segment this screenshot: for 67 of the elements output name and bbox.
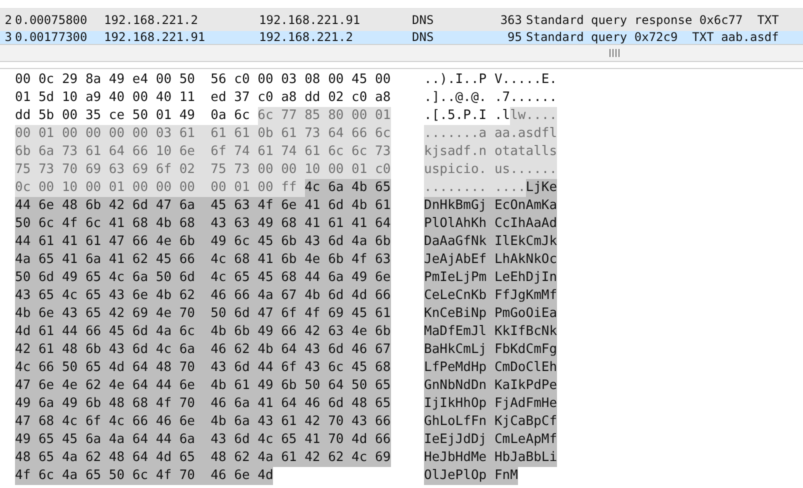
table-cell-text: DNS bbox=[412, 13, 435, 27]
ascii-text: kjsadf.n otatalls bbox=[424, 143, 558, 161]
hex-bytes: 50 6c 4f 6c 41 68 4b 68 43 63 49 68 41 61 41 64 bbox=[15, 215, 391, 233]
table-cell-text: Standard query 0x72c9 TXT aab.asdf bbox=[525, 31, 779, 44]
ascii-text: GnNbNdDn KaIkPdPe bbox=[424, 377, 558, 395]
ascii-text: .[.5.P.I .l bbox=[424, 107, 510, 125]
table-cell-text: Standard query response 0x6c77 TXT bbox=[525, 13, 779, 27]
table-cell-text: 192.168.221.91 bbox=[103, 31, 206, 44]
ascii-text: LjKe bbox=[526, 179, 558, 197]
hex-bytes: 4c 66 50 65 4d 64 48 70 43 6d 44 6f 43 6c 45 68 bbox=[15, 359, 391, 377]
hex-bytes: 49 6a 49 6b 48 68 4f 70 46 6a 41 64 46 6d 48 65 bbox=[15, 395, 391, 413]
table-cell-text: 2 bbox=[4, 13, 12, 27]
hex-bytes: 42 61 48 6b 43 6d 4c 6a 46 62 4b 64 43 6d 46 67 bbox=[15, 341, 391, 359]
packet-row[interactable]: 2 0.00075800 192.168.221.2 192.168.221.91 DNS 363 Standard query response 0x6c77 TXT bbox=[0, 9, 803, 31]
ascii-text: JeAjAbEf LhAkNkOc bbox=[424, 251, 558, 269]
hex-bytes: 47 6e 4e 62 4e 64 44 6e 4b 61 49 6b 50 64 50 65 bbox=[15, 377, 391, 395]
hex-bytes: 6b 6a 73 61 64 66 10 6e 6f 74 61 74 61 6c 6c 73 bbox=[15, 143, 391, 161]
hex-bytes: 4a 65 41 6a 41 62 45 66 4c 68 41 6b 4e 6b 4f 63 bbox=[15, 251, 391, 269]
table-cell-text: 192.168.221.91 bbox=[259, 13, 362, 27]
ascii-text: uspicio. us...... bbox=[424, 161, 558, 179]
hex-bytes: 4f 6c 4a 65 50 6c 4f 70 46 6e 4d bbox=[15, 467, 274, 485]
hex-bytes: 4c 6a 4b 65 bbox=[304, 179, 391, 197]
hex-bytes: 48 65 4a 62 48 64 4d 65 48 62 4a 61 42 62 4c 69 bbox=[15, 449, 391, 467]
hex-bytes: 4d 61 44 66 45 6d 4a 6c 4b 6b 49 66 42 63 4e 6b bbox=[15, 323, 391, 341]
hex-bytes: 50 6d 49 65 4c 6a 50 6d 4c 65 45 68 44 6a 49 6e bbox=[15, 269, 391, 287]
hex-bytes: 44 6e 48 6b 42 6d 47 6a 45 63 4f 6e 41 6d 4b 61 bbox=[15, 197, 391, 215]
table-cell-text: 95 bbox=[506, 31, 522, 44]
ascii-text: DnHkBmGj EcOnAmKa bbox=[424, 197, 558, 215]
ascii-text: HeJbHdMe HbJaBbLi bbox=[424, 449, 558, 467]
table-cell-text: DNS bbox=[412, 31, 435, 44]
ascii-text: ........ .... bbox=[424, 179, 526, 197]
hex-bytes: 49 65 45 6a 4a 64 44 6a 43 6d 4c 65 41 70 4d 66 bbox=[15, 431, 391, 449]
table-cell-text: 0.00075800 bbox=[14, 13, 88, 27]
hex-bytes: 44 61 41 61 47 66 4e 6b 49 6c 45 6b 43 6d 4a 6b bbox=[15, 233, 391, 251]
ascii-text: IjIkHhOp FjAdFmHe bbox=[424, 395, 558, 413]
hex-bytes: 01 5d 10 a9 40 00 40 11 ed 37 c0 a8 dd 02 c0 a8 bbox=[15, 89, 391, 107]
hex-bytes: dd 5b 00 35 ce 50 01 49 0a 6c bbox=[15, 107, 251, 125]
ascii-text: MaDfEmJl KkIfBcNk bbox=[424, 323, 558, 341]
ascii-text: KnCeBiNp PmGoOiEa bbox=[424, 305, 558, 323]
table-cell-text: 192.168.221.2 bbox=[259, 31, 354, 44]
ascii-text: PlOlAhKh CcIhAaAd bbox=[424, 215, 558, 233]
hex-bytes: 0c 00 10 00 01 00 00 00 00 01 00 ff bbox=[15, 179, 305, 197]
table-cell-text: 363 bbox=[499, 13, 522, 27]
ascii-text: LfPeMdHp CmDoClEh bbox=[424, 359, 558, 377]
ascii-text: .......a aa.asdfl bbox=[424, 125, 558, 143]
table-cell-text: 0.00177300 bbox=[14, 31, 88, 44]
hex-bytes: 00 01 00 00 00 00 03 61 61 61 0b 61 73 64 66 6c bbox=[15, 125, 391, 143]
hex-bytes: 75 73 70 69 63 69 6f 02 75 73 00 00 10 00 01 c0 bbox=[15, 161, 391, 179]
ascii-text: CeLeCnKb FfJgKmMf bbox=[424, 287, 558, 305]
ascii-text: IeEjJdDj CmLeApMf bbox=[424, 431, 558, 449]
ascii-text: lw.... bbox=[510, 107, 558, 125]
hex-bytes: 4b 6e 43 65 42 69 4e 70 50 6d 47 6f 4f 69 45 61 bbox=[15, 305, 391, 323]
ascii-text: DaAaGfNk IlEkCmJk bbox=[424, 233, 558, 251]
hex-bytes: 00 0c 29 8a 49 e4 00 50 56 c0 00 03 08 00 45 00 bbox=[15, 71, 391, 89]
ascii-text: BaHkCmLj FbKdCmFg bbox=[424, 341, 558, 359]
table-cell-text: 3 bbox=[4, 31, 12, 44]
hex-bytes: 47 68 4c 6f 4c 66 46 6e 4b 6a 43 61 42 70 43 66 bbox=[15, 413, 391, 431]
ascii-text: PmIeLjPm LeEhDjIn bbox=[424, 269, 558, 287]
splitter-grip-icon[interactable] bbox=[609, 49, 621, 57]
packet-row[interactable]: 3 0.00177300 192.168.221.91 192.168.221.2 DNS 95 Standard query 0x72c9 TXT aab.asdf bbox=[0, 31, 803, 44]
ascii-text: .]..@.@. .7...... bbox=[424, 89, 558, 107]
ascii-text: OlJePlOp FnM bbox=[424, 467, 518, 485]
ascii-text: ..).I..P V.....E. bbox=[424, 71, 558, 89]
ascii-text: GhLoLfFn KjCaBpCf bbox=[424, 413, 558, 431]
hex-bytes: 43 65 4c 65 43 6e 4b 62 46 66 4a 67 4b 6d 4d 66 bbox=[15, 287, 391, 305]
hex-bytes: 6c 77 85 80 00 01 bbox=[258, 107, 391, 125]
table-cell-text: 192.168.221.2 bbox=[103, 13, 199, 27]
